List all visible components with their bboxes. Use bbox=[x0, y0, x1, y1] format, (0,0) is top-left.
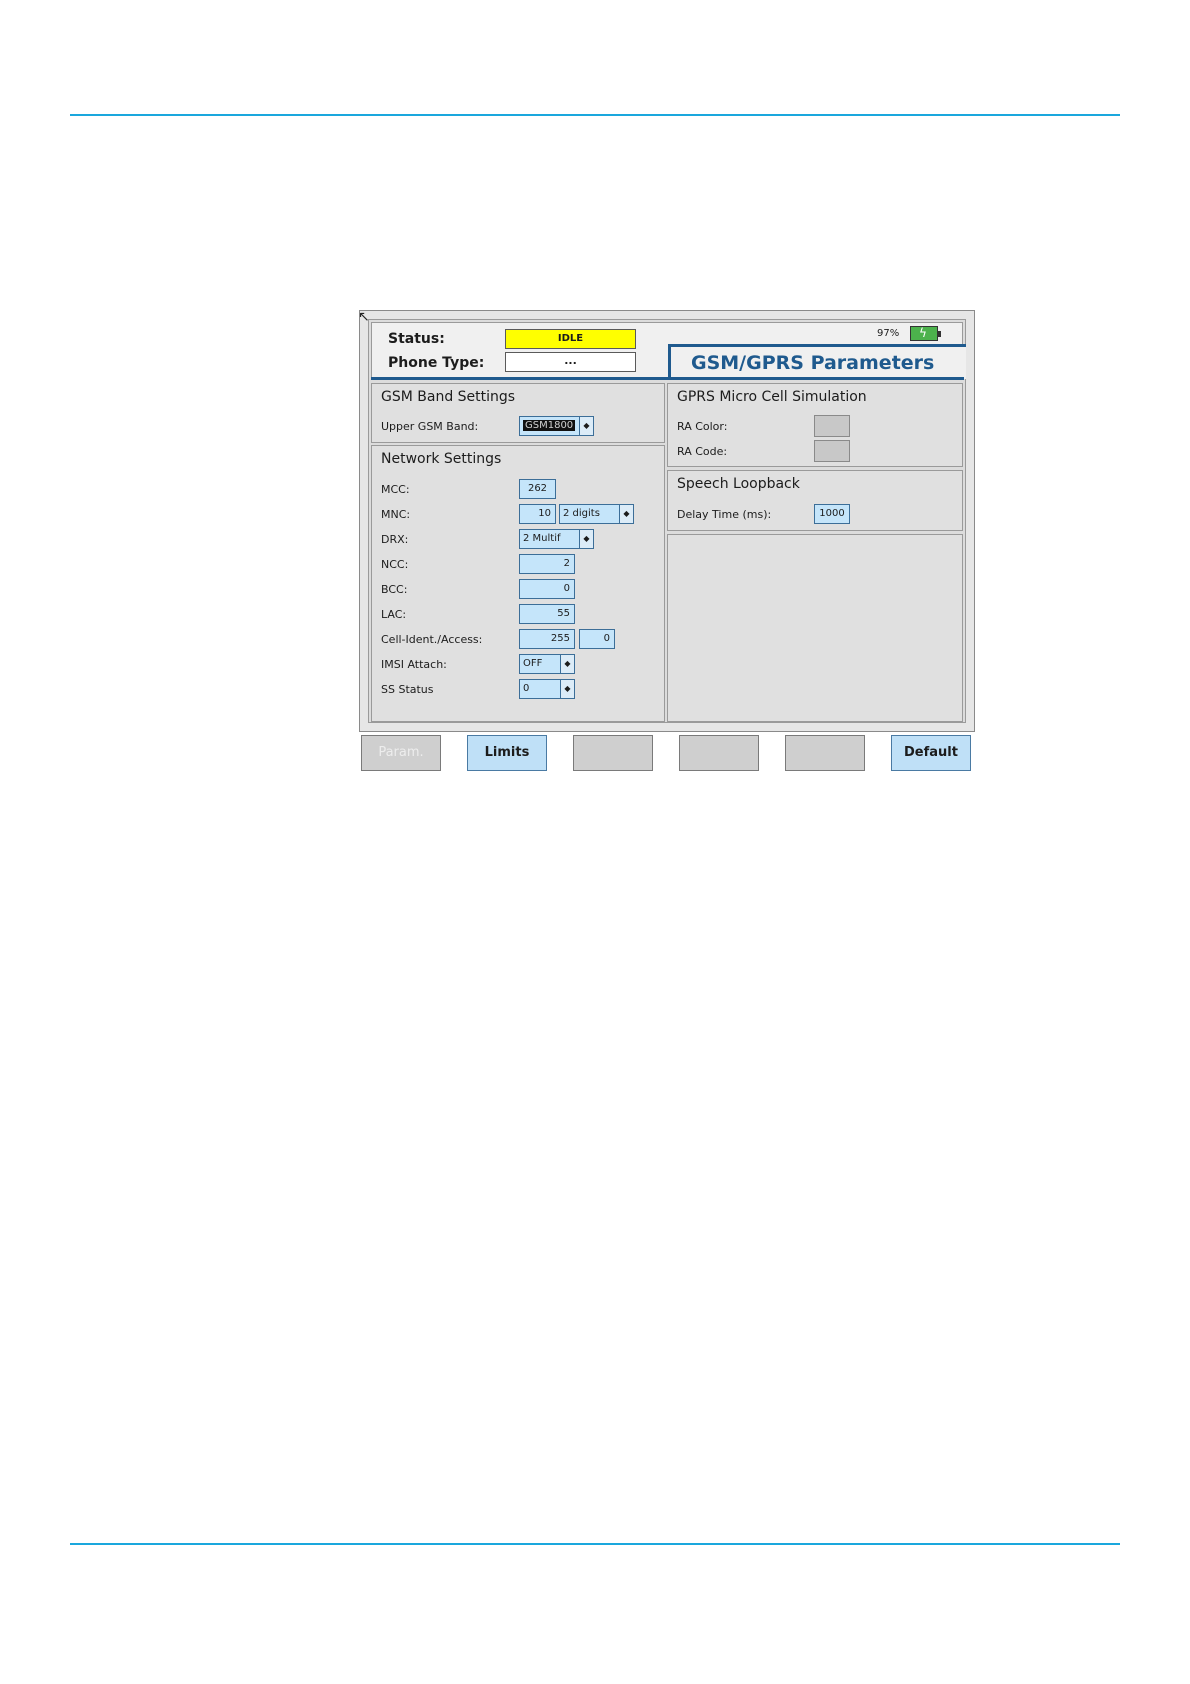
dropdown-arrow-icon: ◆ bbox=[560, 680, 574, 698]
mnc-digits-value: 2 digits bbox=[563, 508, 600, 519]
softkey-bar: Param. Limits Default bbox=[358, 733, 976, 773]
dropdown-arrow-icon: ◆ bbox=[560, 655, 574, 673]
mnc-field[interactable]: 10 bbox=[519, 504, 556, 524]
bcc-label: BCC: bbox=[381, 583, 408, 596]
phone-type-label: Phone Type: bbox=[388, 355, 485, 371]
ra-color-field[interactable] bbox=[814, 415, 850, 437]
ss-status-select[interactable]: 0 ◆ bbox=[519, 679, 575, 699]
delay-time-field[interactable]: 1000 bbox=[814, 504, 850, 524]
drx-label: DRX: bbox=[381, 533, 409, 546]
upper-band-select[interactable]: GSM1800 ◆ bbox=[519, 416, 594, 436]
status-badge: IDLE bbox=[505, 329, 636, 349]
speech-title: Speech Loopback bbox=[677, 476, 800, 492]
cell-ident-field[interactable]: 255 bbox=[519, 629, 575, 649]
imsi-attach-label: IMSI Attach: bbox=[381, 658, 447, 671]
ra-code-label: RA Code: bbox=[677, 445, 728, 458]
ss-status-value: 0 bbox=[523, 683, 530, 694]
drx-value: 2 Multif bbox=[523, 533, 561, 544]
page-title: GSM/GPRS Parameters bbox=[691, 352, 935, 374]
screen: ↖ Status: IDLE Phone Type: ... 97% ϟ GSM… bbox=[358, 309, 975, 732]
bcc-field[interactable]: 0 bbox=[519, 579, 575, 599]
page-bottom-rule bbox=[70, 1543, 1120, 1545]
default-softkey[interactable]: Default bbox=[891, 735, 971, 771]
ra-color-label: RA Color: bbox=[677, 420, 728, 433]
softkey-4[interactable] bbox=[679, 735, 759, 771]
access-field[interactable]: 0 bbox=[579, 629, 615, 649]
dropdown-arrow-icon: ◆ bbox=[619, 505, 633, 523]
lac-field[interactable]: 55 bbox=[519, 604, 575, 624]
status-header: Status: IDLE Phone Type: ... 97% ϟ GSM/G… bbox=[371, 322, 966, 379]
dropdown-arrow-icon: ◆ bbox=[579, 530, 593, 548]
dropdown-arrow-icon: ◆ bbox=[579, 417, 593, 435]
delay-time-label: Delay Time (ms): bbox=[677, 508, 772, 521]
speech-panel: Speech Loopback Delay Time (ms): 1000 bbox=[667, 470, 963, 531]
limits-softkey[interactable]: Limits bbox=[467, 735, 547, 771]
ncc-field[interactable]: 2 bbox=[519, 554, 575, 574]
imsi-attach-value: OFF bbox=[523, 658, 543, 669]
param-softkey[interactable]: Param. bbox=[361, 735, 441, 771]
ncc-label: NCC: bbox=[381, 558, 409, 571]
drx-select[interactable]: 2 Multif ◆ bbox=[519, 529, 594, 549]
ss-status-label: SS Status bbox=[381, 683, 434, 696]
title-tab: GSM/GPRS Parameters bbox=[668, 344, 966, 379]
mcc-label: MCC: bbox=[381, 483, 410, 496]
gsm-band-panel: GSM Band Settings Upper GSM Band: GSM180… bbox=[371, 383, 665, 443]
gprs-title: GPRS Micro Cell Simulation bbox=[677, 389, 867, 405]
status-label: Status: bbox=[388, 331, 445, 347]
instrument-screenshot: ↖ Status: IDLE Phone Type: ... 97% ϟ GSM… bbox=[358, 309, 976, 773]
ra-code-field[interactable] bbox=[814, 440, 850, 462]
upper-band-label: Upper GSM Band: bbox=[381, 420, 479, 433]
gprs-panel: GPRS Micro Cell Simulation RA Color: RA … bbox=[667, 383, 963, 467]
softkey-5[interactable] bbox=[785, 735, 865, 771]
network-title: Network Settings bbox=[381, 451, 502, 467]
gsm-band-title: GSM Band Settings bbox=[381, 389, 516, 405]
phone-type-value: ... bbox=[505, 352, 636, 372]
header-divider bbox=[371, 377, 964, 380]
mnc-digits-select[interactable]: 2 digits ◆ bbox=[559, 504, 634, 524]
page-top-rule bbox=[70, 114, 1120, 116]
upper-band-value: GSM1800 bbox=[523, 420, 576, 431]
mnc-label: MNC: bbox=[381, 508, 411, 521]
lac-label: LAC: bbox=[381, 608, 407, 621]
mcc-field[interactable]: 262 bbox=[519, 479, 556, 499]
network-panel: Network Settings MCC: 262 MNC: 10 2 digi… bbox=[371, 445, 665, 722]
softkey-3[interactable] bbox=[573, 735, 653, 771]
battery-percent: 97% bbox=[877, 328, 900, 339]
imsi-attach-select[interactable]: OFF ◆ bbox=[519, 654, 575, 674]
screen-inner: Status: IDLE Phone Type: ... 97% ϟ GSM/G… bbox=[368, 319, 966, 723]
battery-icon: ϟ bbox=[910, 326, 938, 341]
battery-tip bbox=[938, 331, 941, 337]
cell-ident-label: Cell-Ident./Access: bbox=[381, 633, 483, 646]
empty-panel bbox=[667, 534, 963, 722]
charging-bolt-icon: ϟ bbox=[919, 326, 927, 340]
